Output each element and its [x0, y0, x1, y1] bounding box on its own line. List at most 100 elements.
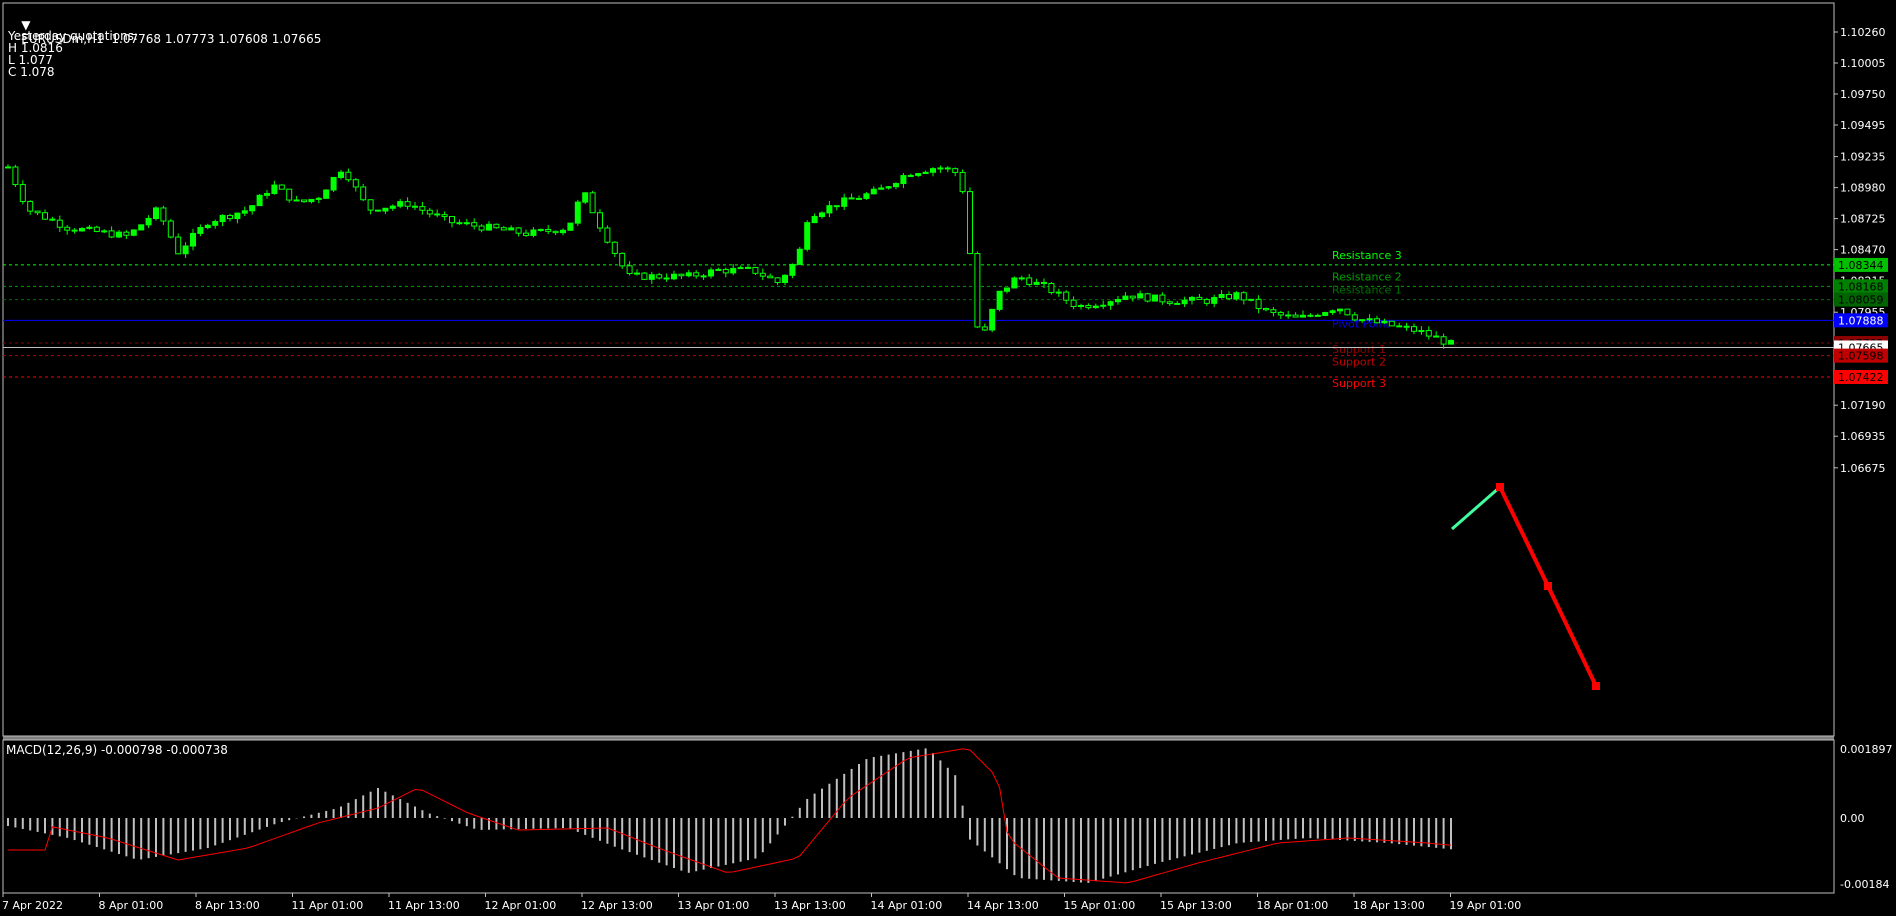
candle-body[interactable]: [907, 174, 914, 177]
candle-body[interactable]: [663, 277, 670, 280]
candle-body[interactable]: [345, 171, 352, 181]
candle-body[interactable]: [1211, 297, 1218, 304]
candle-body[interactable]: [870, 188, 877, 195]
candle-body[interactable]: [397, 201, 404, 207]
candle-body[interactable]: [1359, 319, 1366, 322]
candle-body[interactable]: [848, 197, 855, 200]
candle-body[interactable]: [959, 171, 966, 193]
candle-body[interactable]: [167, 220, 174, 238]
candle-body[interactable]: [745, 266, 751, 269]
candle-body[interactable]: [1004, 287, 1010, 292]
candle-body[interactable]: [996, 290, 1003, 310]
candle-body[interactable]: [456, 222, 463, 225]
candle-body[interactable]: [352, 179, 359, 188]
candle-body[interactable]: [478, 225, 485, 231]
candle-body[interactable]: [634, 272, 640, 275]
candle-body[interactable]: [1403, 325, 1410, 328]
candle-body[interactable]: [463, 222, 470, 225]
candle-body[interactable]: [197, 227, 204, 234]
candle-body[interactable]: [1388, 320, 1395, 327]
candle-body[interactable]: [1233, 292, 1240, 300]
candle-body[interactable]: [1078, 304, 1084, 307]
candle-body[interactable]: [981, 326, 988, 331]
candle-body[interactable]: [826, 205, 833, 214]
candle-body[interactable]: [1240, 292, 1247, 301]
candle-body[interactable]: [922, 171, 929, 175]
chart-canvas[interactable]: 1.10260 1.10005 1.09750 1.09495 1.09235 1.089…: [0, 0, 1896, 916]
candle-body[interactable]: [123, 231, 130, 236]
candle-body[interactable]: [856, 197, 862, 200]
candle-body[interactable]: [1041, 281, 1047, 284]
candle-body[interactable]: [1374, 318, 1380, 324]
candle-body[interactable]: [1085, 304, 1092, 309]
candle-body[interactable]: [1070, 299, 1077, 307]
candle-body[interactable]: [1351, 314, 1358, 321]
candle-body[interactable]: [1226, 293, 1232, 300]
candle-body[interactable]: [212, 221, 219, 226]
candle-body[interactable]: [767, 275, 774, 279]
candle-body[interactable]: [264, 193, 270, 196]
candle-body[interactable]: [1189, 296, 1195, 301]
candle-body[interactable]: [1418, 330, 1425, 333]
candle-body[interactable]: [1396, 325, 1403, 328]
candle-body[interactable]: [1166, 301, 1173, 304]
candle-body[interactable]: [804, 222, 811, 250]
candle-body[interactable]: [1277, 311, 1284, 316]
candle-body[interactable]: [708, 269, 714, 277]
candle-body[interactable]: [227, 214, 233, 220]
candle-body[interactable]: [1011, 277, 1018, 289]
candle-body[interactable]: [930, 168, 936, 173]
candle-body[interactable]: [560, 229, 566, 234]
candle-body[interactable]: [1152, 294, 1158, 302]
candle-body[interactable]: [79, 227, 85, 232]
candle-body[interactable]: [271, 184, 278, 195]
candle-body[interactable]: [471, 222, 478, 227]
candle-body[interactable]: [1300, 314, 1306, 318]
candle-body[interactable]: [678, 273, 685, 277]
candle-body[interactable]: [567, 222, 574, 231]
candle-body[interactable]: [515, 227, 522, 234]
candle-body[interactable]: [486, 223, 492, 231]
candle-body[interactable]: [885, 186, 892, 189]
candle-body[interactable]: [101, 230, 108, 233]
candle-body[interactable]: [56, 219, 63, 228]
forecast-point[interactable]: [1592, 682, 1600, 690]
candle-body[interactable]: [1344, 308, 1351, 316]
candle-body[interactable]: [782, 274, 788, 284]
candle-body[interactable]: [190, 232, 196, 247]
candle-body[interactable]: [552, 230, 559, 234]
candle-body[interactable]: [1100, 304, 1107, 307]
candle-body[interactable]: [286, 188, 293, 201]
candle-body[interactable]: [278, 184, 285, 190]
candle-body[interactable]: [752, 266, 759, 274]
candle-body[interactable]: [1181, 299, 1188, 305]
candle-body[interactable]: [1203, 298, 1210, 304]
forecast-point[interactable]: [1544, 582, 1552, 590]
candle-body[interactable]: [493, 223, 500, 229]
candle-body[interactable]: [1366, 318, 1373, 321]
candle-body[interactable]: [1255, 298, 1262, 309]
candle-body[interactable]: [160, 207, 167, 222]
candle-body[interactable]: [404, 201, 411, 207]
candle-body[interactable]: [375, 209, 381, 212]
candle-body[interactable]: [604, 227, 611, 243]
candle-body[interactable]: [93, 226, 100, 232]
candle-body[interactable]: [1137, 293, 1144, 299]
candle-body[interactable]: [71, 229, 78, 232]
candle-body[interactable]: [611, 241, 618, 254]
candle-body[interactable]: [1285, 314, 1292, 317]
candle-body[interactable]: [574, 201, 581, 224]
candle-body[interactable]: [1411, 326, 1417, 332]
candle-body[interactable]: [1218, 293, 1225, 299]
candle-body[interactable]: [952, 168, 959, 173]
candle-body[interactable]: [582, 192, 589, 203]
candle-body[interactable]: [1033, 281, 1040, 285]
candle-body[interactable]: [1026, 277, 1033, 285]
candle-body[interactable]: [249, 205, 256, 212]
candle-body[interactable]: [1122, 295, 1129, 301]
candle-body[interactable]: [204, 224, 211, 229]
candle-body[interactable]: [367, 199, 374, 211]
candle-body[interactable]: [715, 268, 722, 271]
candle-body[interactable]: [434, 213, 441, 216]
candle-body[interactable]: [1107, 301, 1114, 306]
